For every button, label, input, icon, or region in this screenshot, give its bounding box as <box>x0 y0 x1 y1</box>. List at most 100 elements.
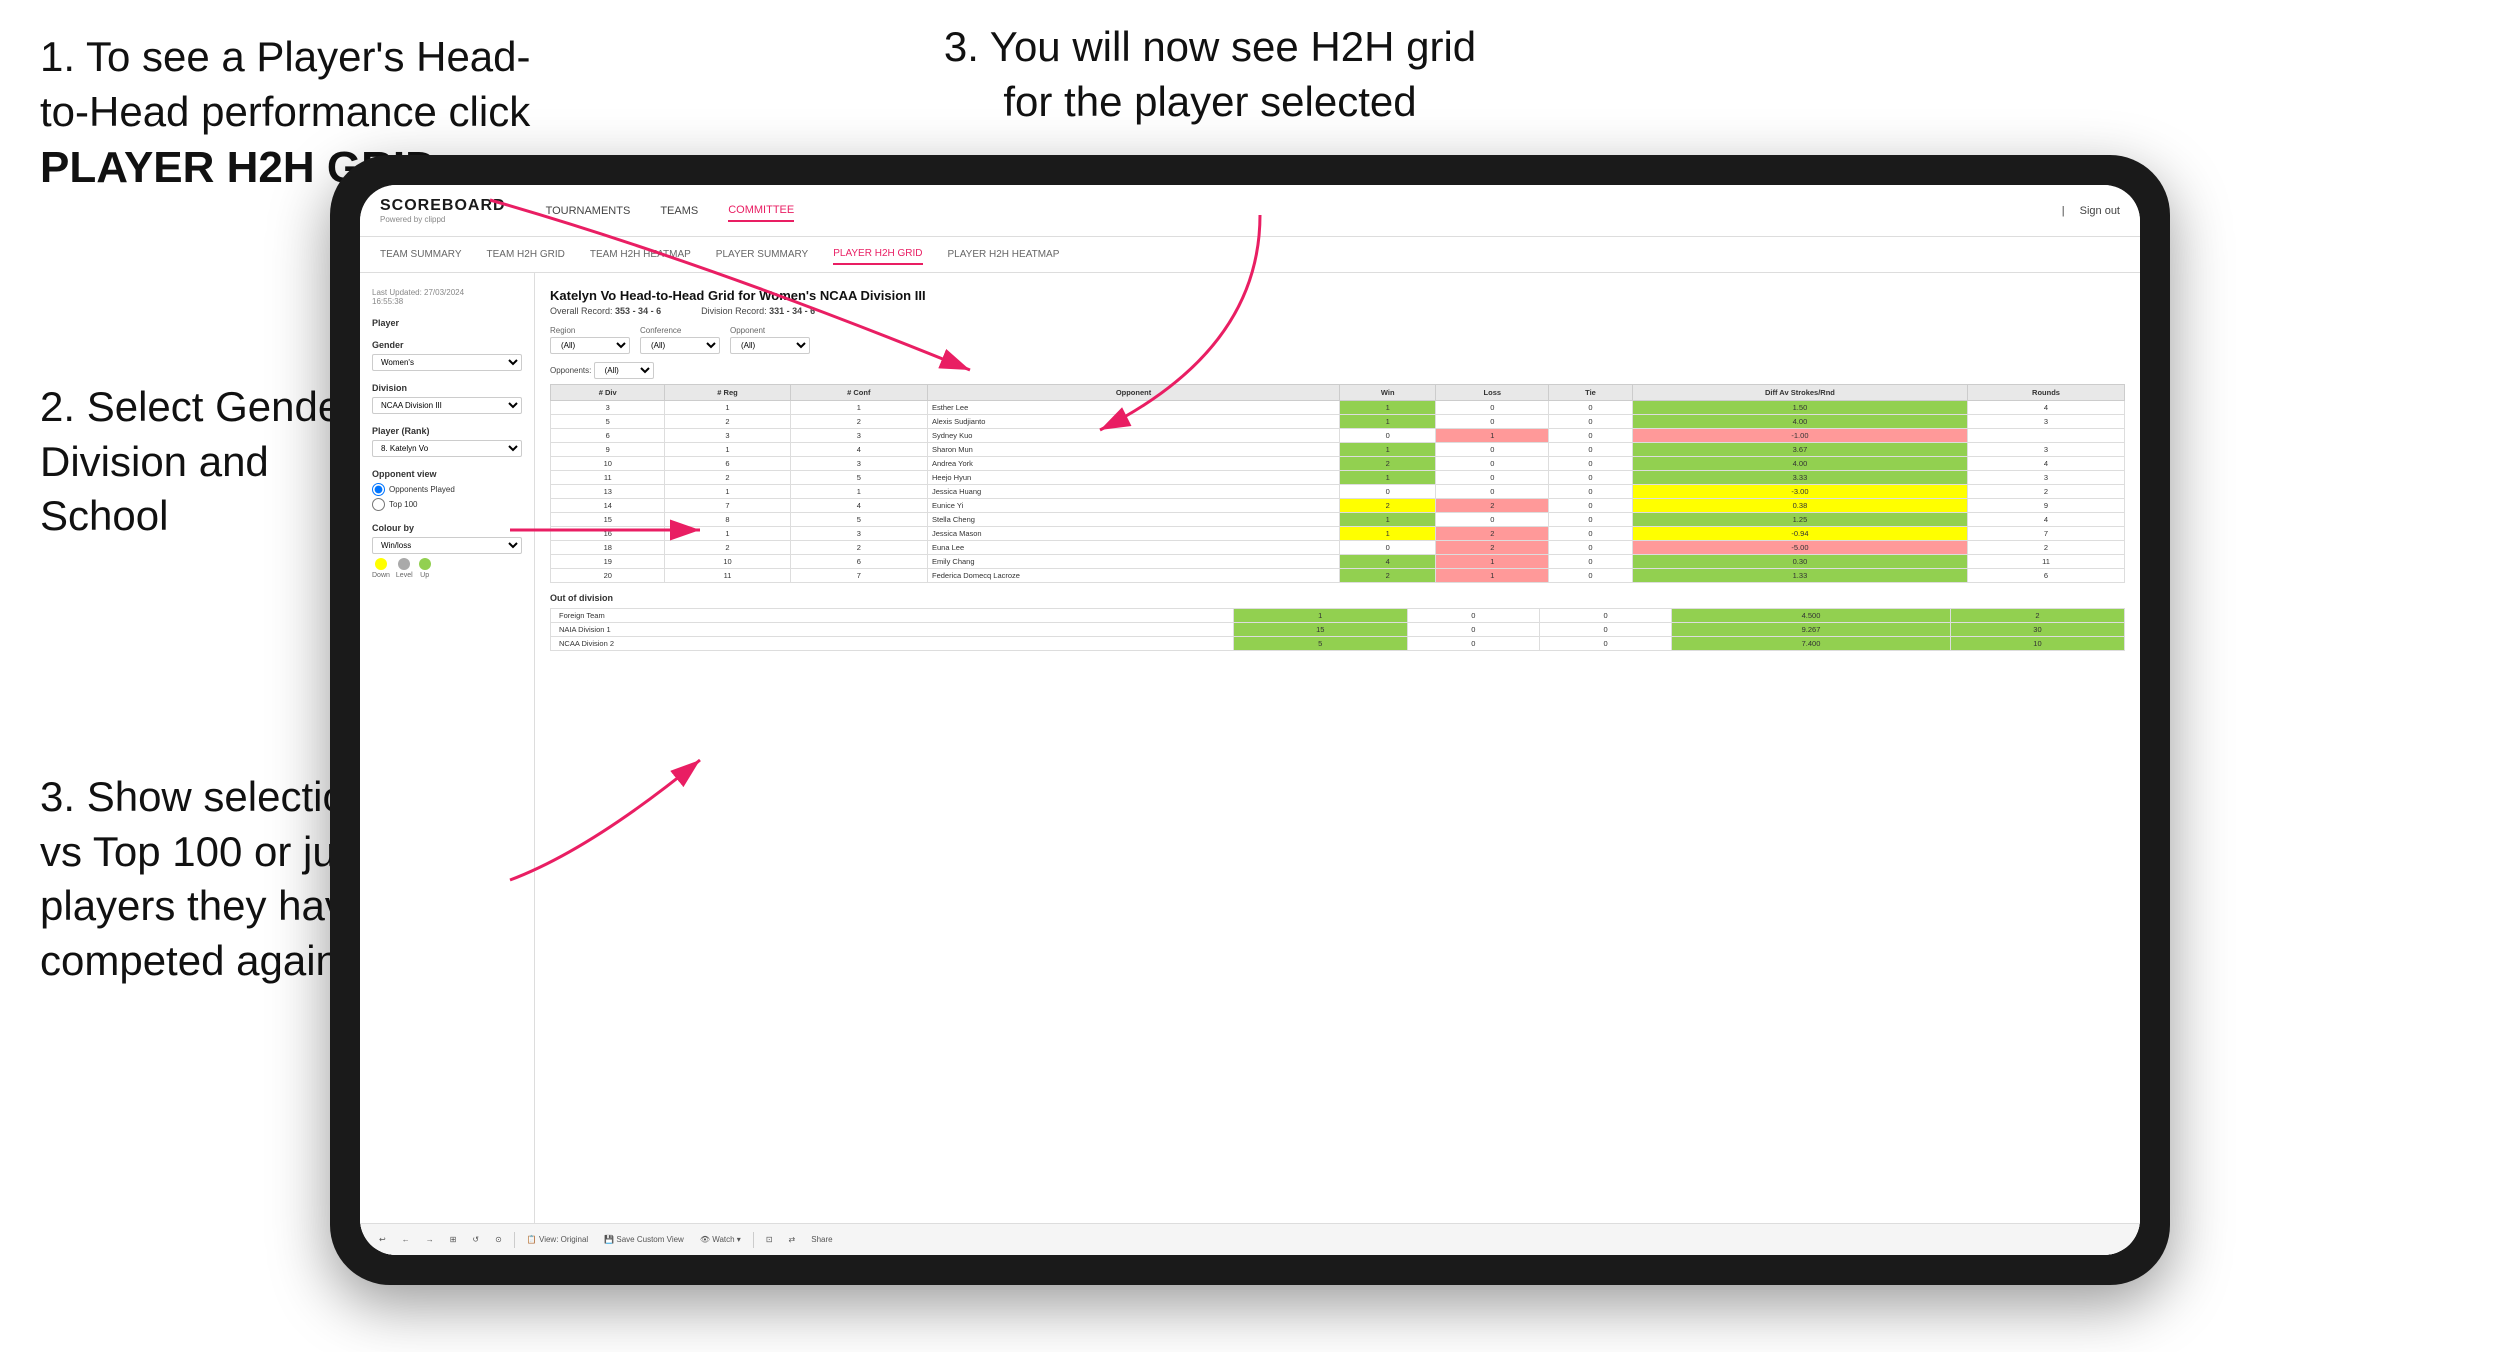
colour-up: Up <box>419 558 431 579</box>
cell-div: 5 <box>551 415 665 429</box>
cell-opponent: Euna Lee <box>928 541 1340 555</box>
radio-opponents-input[interactable] <box>372 483 385 496</box>
gender-select[interactable]: Women's <box>372 354 522 371</box>
colour-up-circle <box>419 558 431 570</box>
toolbar-save-custom[interactable]: 💾 Save Custom View <box>600 1233 688 1246</box>
nav-sign-out[interactable]: Sign out <box>2080 201 2120 221</box>
toolbar-forward[interactable]: → <box>422 1233 438 1246</box>
table-row: 9 1 4 Sharon Mun 1 0 0 3.67 3 <box>551 443 2125 457</box>
table-row: 19 10 6 Emily Chang 4 1 0 0.30 11 <box>551 555 2125 569</box>
division-select[interactable]: NCAA Division III <box>372 397 522 414</box>
cell-conf: 2 <box>790 415 927 429</box>
cell-div: 15 <box>551 513 665 527</box>
cell-div: 19 <box>551 555 665 569</box>
toolbar-circle[interactable]: ⊙ <box>491 1233 506 1246</box>
nav-item-committee[interactable]: COMMITTEE <box>728 200 794 222</box>
cell-conf: 4 <box>790 443 927 457</box>
toolbar-back[interactable]: ← <box>398 1233 414 1246</box>
cell-reg: 7 <box>665 499 790 513</box>
step2-line2: Division and <box>40 438 269 485</box>
toolbar-share[interactable]: Share <box>807 1233 836 1246</box>
radio-top100-input[interactable] <box>372 498 385 511</box>
toolbar-sep-1 <box>514 1232 515 1248</box>
cell-diff: -0.94 <box>1632 527 1967 541</box>
cell-conf: 6 <box>790 555 927 569</box>
sub-nav-team-summary[interactable]: TEAM SUMMARY <box>380 245 462 264</box>
step3-bottom-line2: vs Top 100 or just <box>40 828 368 875</box>
nav-bar: SCOREBOARD Powered by clippd TOURNAMENTS… <box>360 185 2140 237</box>
cell-diff: 4.00 <box>1632 415 1967 429</box>
col-div: # Div <box>551 385 665 401</box>
table-row: 16 1 3 Jessica Mason 1 2 0 -0.94 7 <box>551 527 2125 541</box>
filter-opponent: Opponent (All) <box>730 326 810 354</box>
nav-item-tournaments[interactable]: TOURNAMENTS <box>546 201 631 221</box>
radio-top100-label: Top 100 <box>389 500 417 509</box>
nav-item-teams[interactable]: TEAMS <box>660 201 698 221</box>
cell-win: 1 <box>1340 513 1436 527</box>
out-label: NCAA Division 2 <box>551 637 1234 651</box>
table-row: 13 1 1 Jessica Huang 0 0 0 -3.00 2 <box>551 485 2125 499</box>
cell-loss: 1 <box>1436 429 1549 443</box>
sub-nav-team-h2h[interactable]: TEAM H2H GRID <box>487 245 565 264</box>
sidebar-player-rank-section: Player (Rank) 8. Katelyn Vo <box>372 426 522 457</box>
radio-opponents-played[interactable]: Opponents Played <box>372 483 522 496</box>
sub-nav-player-summary[interactable]: PLAYER SUMMARY <box>716 245 808 264</box>
cell-diff: 0.30 <box>1632 555 1967 569</box>
filter-conference-select[interactable]: (All) <box>640 337 720 354</box>
cell-win: 1 <box>1340 527 1436 541</box>
sub-nav-team-heatmap[interactable]: TEAM H2H HEATMAP <box>590 245 691 264</box>
cell-div: 11 <box>551 471 665 485</box>
opponents-select[interactable]: (All) <box>594 362 654 379</box>
cell-tie: 0 <box>1549 499 1633 513</box>
player-rank-select[interactable]: 8. Katelyn Vo <box>372 440 522 457</box>
col-loss: Loss <box>1436 385 1549 401</box>
colour-level: Level <box>396 558 413 579</box>
out-win: 15 <box>1233 623 1407 637</box>
table-row: 18 2 2 Euna Lee 0 2 0 -5.00 2 <box>551 541 2125 555</box>
toolbar-sep-2 <box>753 1232 754 1248</box>
cell-diff: 1.50 <box>1632 401 1967 415</box>
cell-diff: 0.38 <box>1632 499 1967 513</box>
colour-select[interactable]: Win/loss <box>372 537 522 554</box>
filter-region-select[interactable]: (All) <box>550 337 630 354</box>
cell-win: 1 <box>1340 443 1436 457</box>
table-row: 5 2 2 Alexis Sudjianto 1 0 0 4.00 3 <box>551 415 2125 429</box>
out-diff: 7.400 <box>1672 637 1951 651</box>
cell-conf: 4 <box>790 499 927 513</box>
sub-nav-player-heatmap[interactable]: PLAYER H2H HEATMAP <box>948 245 1060 264</box>
sub-nav: TEAM SUMMARY TEAM H2H GRID TEAM H2H HEAT… <box>360 237 2140 273</box>
cell-opponent: Emily Chang <box>928 555 1340 569</box>
filter-row: Region (All) Conference (All) Opponent <box>550 326 2125 354</box>
cell-loss: 1 <box>1436 569 1549 583</box>
cell-conf: 3 <box>790 527 927 541</box>
toolbar-export[interactable]: ⊡ <box>762 1233 777 1246</box>
filter-conference-label: Conference <box>640 326 720 335</box>
player-rank-label: Player (Rank) <box>372 426 522 436</box>
cell-conf: 2 <box>790 541 927 555</box>
cell-win: 2 <box>1340 457 1436 471</box>
sidebar-gender-section: Gender Women's <box>372 340 522 371</box>
sub-nav-player-h2h[interactable]: PLAYER H2H GRID <box>833 244 922 265</box>
cell-reg: 8 <box>665 513 790 527</box>
cell-tie: 0 <box>1549 569 1633 583</box>
cell-reg: 1 <box>665 527 790 541</box>
grid-records: Overall Record: 353 - 34 - 6 Division Re… <box>550 306 2125 316</box>
cell-diff: 1.25 <box>1632 513 1967 527</box>
cell-diff: -3.00 <box>1632 485 1967 499</box>
cell-win: 4 <box>1340 555 1436 569</box>
toolbar-swap[interactable]: ⇄ <box>785 1233 800 1246</box>
toolbar-view-original[interactable]: 📋 View: Original <box>523 1233 592 1246</box>
colour-down-label: Down <box>372 572 390 579</box>
out-rounds: 2 <box>1950 609 2124 623</box>
cell-tie: 0 <box>1549 485 1633 499</box>
toolbar-refresh[interactable]: ↺ <box>468 1233 483 1246</box>
sidebar: Last Updated: 27/03/2024 16:55:38 Player… <box>360 273 535 1255</box>
toolbar-undo[interactable]: ↩ <box>375 1233 390 1246</box>
toolbar-grid[interactable]: ⊞ <box>446 1233 461 1246</box>
cell-reg: 1 <box>665 401 790 415</box>
radio-top100[interactable]: Top 100 <box>372 498 522 511</box>
filter-opponent-select[interactable]: (All) <box>730 337 810 354</box>
cell-rounds: 3 <box>1968 471 2125 485</box>
overall-record-label: Overall Record: <box>550 306 613 316</box>
toolbar-watch[interactable]: 👁 Watch ▾ <box>696 1233 745 1246</box>
